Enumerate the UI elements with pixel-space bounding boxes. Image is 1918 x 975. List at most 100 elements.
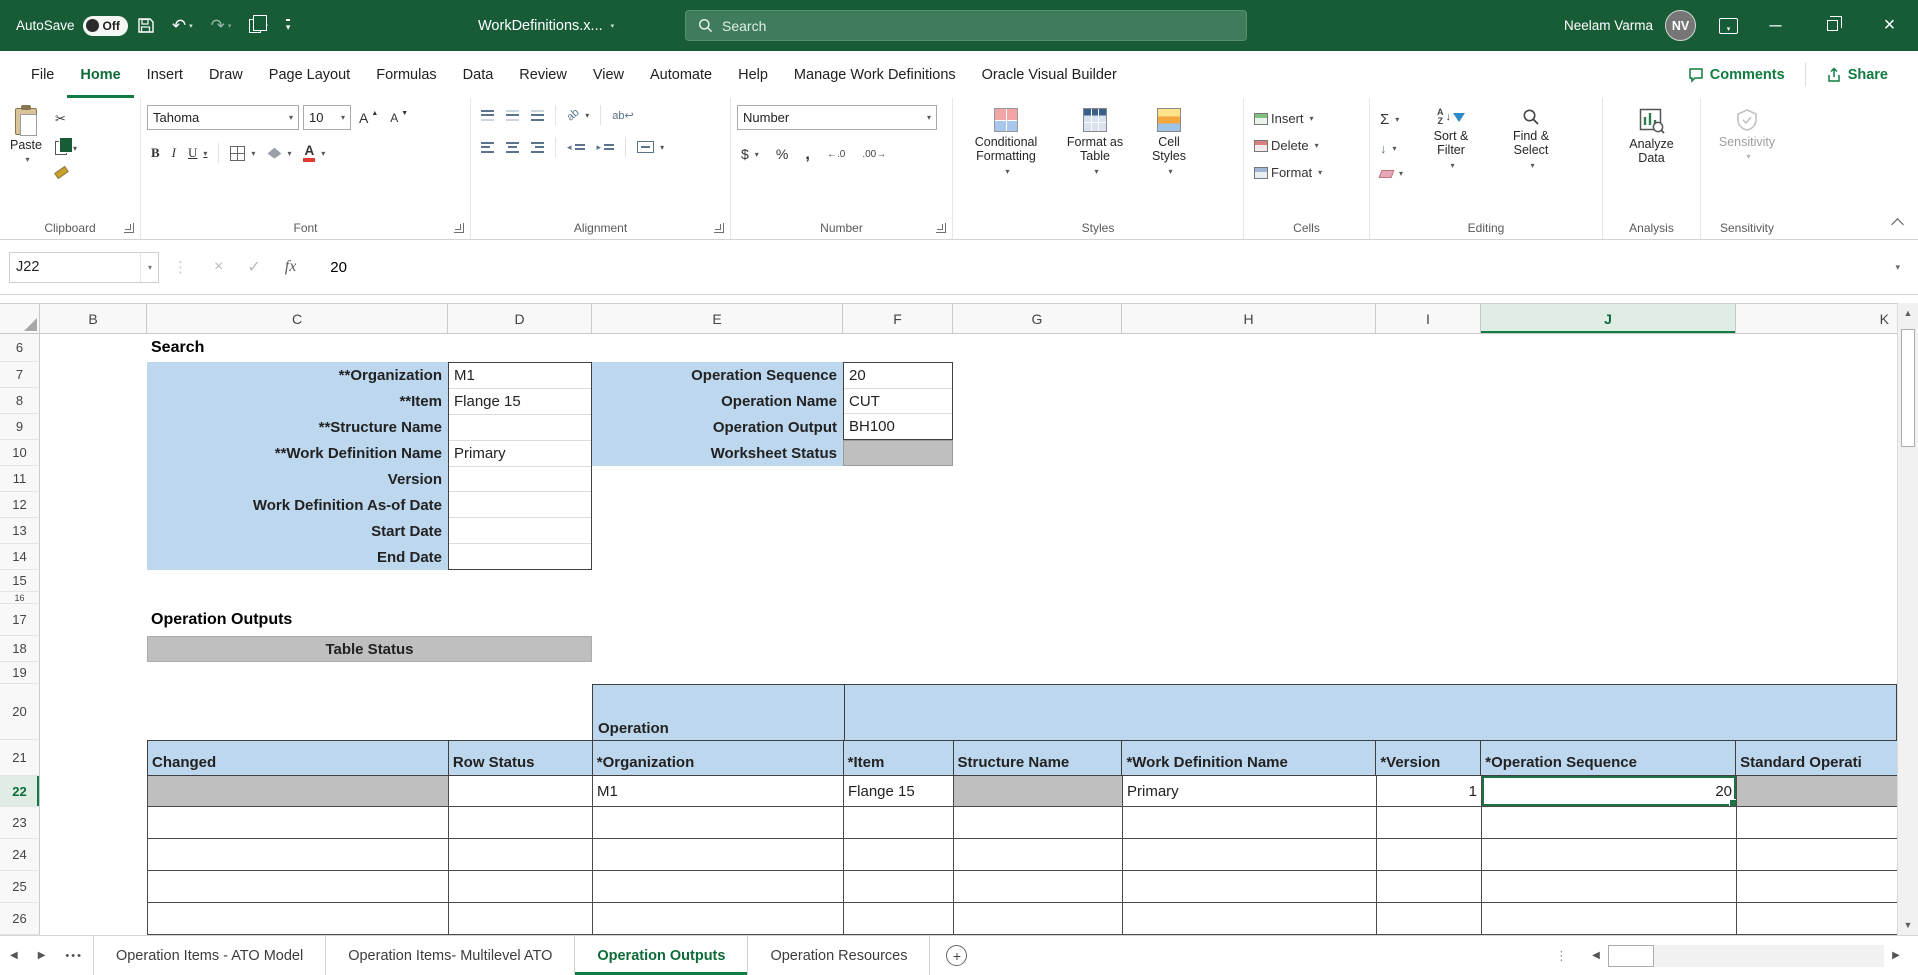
cell-operation-sequence-value[interactable]: 20 (844, 363, 952, 389)
column-header-f[interactable]: F (843, 304, 953, 333)
cell-standard-operation[interactable] (1737, 776, 1897, 806)
wrap-text-button[interactable]: ab↩ (608, 107, 637, 124)
sheet-tab-operation-items-multilevel-ato[interactable]: Operation Items- Multilevel ATO (326, 936, 576, 975)
row-header-16[interactable]: 16 (0, 592, 40, 604)
tab-view[interactable]: View (580, 51, 637, 98)
empty-cell[interactable] (844, 807, 954, 838)
align-center-button[interactable] (502, 140, 523, 155)
close-button[interactable]: × (1861, 0, 1918, 51)
copy-button[interactable]: ▾ (51, 137, 81, 157)
tab-insert[interactable]: Insert (134, 51, 196, 98)
quick-access-copy-button[interactable]: ▾ (240, 0, 277, 51)
sheet-tab-operation-items-ato-model[interactable]: Operation Items - ATO Model (92, 936, 327, 975)
align-left-button[interactable] (477, 140, 498, 155)
comma-style-button[interactable]: , (801, 142, 814, 166)
insert-function-icon[interactable]: fx (273, 258, 309, 276)
format-painter-button[interactable] (51, 165, 81, 180)
sensitivity-button[interactable]: Sensitivity ▾ (1707, 105, 1787, 165)
search-box[interactable]: Search (685, 10, 1247, 41)
cell-styles-button[interactable]: Cell Styles ▾ (1137, 105, 1201, 215)
empty-cell[interactable] (449, 903, 593, 934)
cell-changed[interactable] (148, 776, 449, 806)
hscroll-left-icon[interactable]: ◀ (1584, 936, 1608, 975)
new-sheet-button[interactable]: + (946, 945, 968, 966)
row-header-18[interactable]: 18 (0, 636, 40, 662)
cut-button[interactable]: ✂ (51, 109, 81, 129)
active-cell-j22[interactable]: 20 (1482, 776, 1737, 806)
empty-cell[interactable] (1482, 807, 1737, 838)
vscroll-thumb[interactable] (1901, 329, 1915, 447)
sheet-canvas[interactable]: Search **Organization **Item **Structure… (40, 334, 1897, 935)
empty-cell[interactable] (1737, 903, 1897, 934)
comments-button[interactable]: Comments (1678, 62, 1795, 88)
autosum-button[interactable]: Σ ▾ (1376, 109, 1407, 130)
column-header-k[interactable]: K (1736, 304, 1897, 333)
hscroll-thumb[interactable] (1608, 944, 1654, 967)
top-align-button[interactable] (477, 108, 498, 123)
empty-cell[interactable] (148, 871, 449, 902)
hscroll-right-icon[interactable]: ▶ (1884, 936, 1908, 975)
column-header-d[interactable]: D (448, 304, 592, 333)
empty-cell[interactable] (593, 871, 844, 902)
fill-color-button[interactable]: ▾ (263, 146, 295, 161)
empty-cell[interactable] (1123, 807, 1377, 838)
maximize-button[interactable] (1804, 0, 1861, 51)
cell-structure-name[interactable] (954, 776, 1123, 806)
row-header-22[interactable]: 22 (0, 776, 40, 807)
find-select-button[interactable]: Find & Select ▾ (1495, 105, 1567, 215)
horizontal-scrollbar[interactable]: ⋮ ◀ ▶ (1555, 936, 1918, 975)
underline-button[interactable]: U ▾ (184, 143, 211, 163)
cell-work-definition-name[interactable]: Primary (1123, 776, 1377, 806)
column-header-b[interactable]: B (40, 304, 147, 333)
increase-font-button[interactable]: A ▲ (355, 108, 382, 128)
scroll-up-icon[interactable]: ▲ (1898, 308, 1918, 318)
cell-work-definition-name-value[interactable]: Primary (449, 441, 591, 467)
tab-draw[interactable]: Draw (196, 51, 256, 98)
empty-cell[interactable] (954, 807, 1123, 838)
cell-operation-output-value[interactable]: BH100 (844, 414, 952, 439)
row-header-11[interactable]: 11 (0, 466, 40, 492)
tab-automate[interactable]: Automate (637, 51, 725, 98)
format-as-table-button[interactable]: Format as Table ▾ (1055, 105, 1135, 215)
analyze-data-button[interactable]: Analyze Data (1609, 105, 1694, 169)
clear-button[interactable]: ▾ (1376, 167, 1407, 180)
font-dialog-launcher-icon[interactable] (454, 223, 464, 233)
sheet-nav-left-icon[interactable]: ◀ (0, 936, 28, 975)
tab-formulas[interactable]: Formulas (363, 51, 449, 98)
empty-cell[interactable] (1377, 903, 1482, 934)
row-header-23[interactable]: 23 (0, 807, 40, 839)
row-header-20[interactable]: 20 (0, 684, 40, 740)
delete-cells-button[interactable]: Delete ▾ (1250, 136, 1363, 155)
increase-indent-button[interactable]: ▸ (593, 140, 619, 155)
number-dialog-launcher-icon[interactable] (936, 223, 946, 233)
cell-item[interactable]: Flange 15 (844, 776, 954, 806)
cell-organization[interactable]: M1 (593, 776, 844, 806)
cell-item-value[interactable]: Flange 15 (449, 389, 591, 415)
collapse-ribbon-icon[interactable] (1891, 218, 1904, 231)
document-title[interactable]: WorkDefinitions.x... ▾ (478, 0, 614, 51)
save-button[interactable] (128, 0, 163, 51)
tab-data[interactable]: Data (450, 51, 507, 98)
row-header-19[interactable]: 19 (0, 662, 40, 684)
row-header-8[interactable]: 8 (0, 388, 40, 414)
row-header-15[interactable]: 15 (0, 570, 40, 592)
row-header-12[interactable]: 12 (0, 492, 40, 518)
empty-cell[interactable] (1377, 839, 1482, 870)
tab-manage-work-definitions[interactable]: Manage Work Definitions (781, 51, 969, 98)
format-cells-button[interactable]: Format ▾ (1250, 163, 1363, 182)
empty-cell[interactable] (1482, 871, 1737, 902)
empty-cell[interactable] (1737, 807, 1897, 838)
column-header-g[interactable]: G (953, 304, 1122, 333)
row-header-17[interactable]: 17 (0, 604, 40, 636)
increase-decimal-button[interactable]: ←.0 (823, 147, 849, 162)
share-button[interactable]: Share (1816, 62, 1898, 88)
cell-version[interactable]: 1 (1377, 776, 1482, 806)
font-size-select[interactable]: 10 ▾ (303, 105, 351, 130)
row-header-21[interactable]: 21 (0, 740, 40, 776)
empty-cell[interactable] (1377, 871, 1482, 902)
cancel-entry-icon[interactable]: × (202, 258, 235, 276)
empty-cell[interactable] (148, 807, 449, 838)
decrease-font-button[interactable]: A ▼ (386, 109, 412, 127)
row-header-6[interactable]: 6 (0, 334, 40, 362)
empty-cell[interactable] (1482, 839, 1737, 870)
